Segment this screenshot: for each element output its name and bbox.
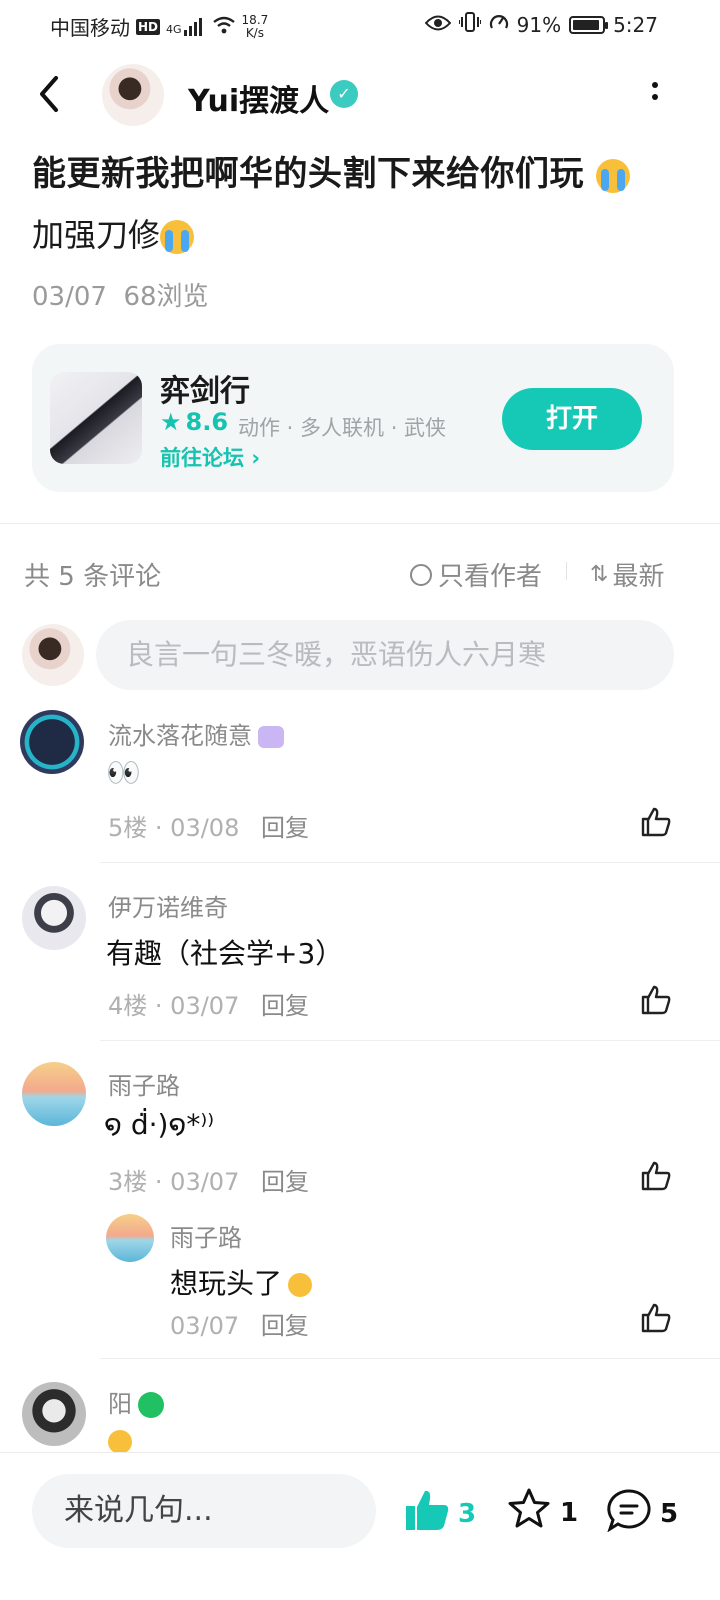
- only-author-toggle[interactable]: 只看作者: [410, 556, 542, 593]
- commenter-avatar[interactable]: [22, 1062, 86, 1126]
- reply-button[interactable]: 回复: [261, 1168, 309, 1196]
- game-thumbnail[interactable]: [50, 372, 142, 464]
- speedometer-icon: [489, 12, 509, 37]
- emoji-icon: [108, 1430, 134, 1452]
- battery-percent: 91%: [516, 12, 562, 37]
- chevron-right-icon: ›: [251, 446, 260, 470]
- comment-text: 有趣（社会学+3）: [106, 937, 344, 970]
- reply-button[interactable]: 回复: [261, 814, 309, 842]
- eye-icon: [424, 13, 451, 37]
- reply-button[interactable]: 回复: [261, 992, 309, 1020]
- open-game-button[interactable]: 打开: [502, 388, 642, 450]
- commenter-avatar[interactable]: [20, 710, 84, 774]
- commenter-name[interactable]: 伊万诺维奇: [108, 888, 228, 923]
- sort-icon: ⇅: [590, 562, 609, 587]
- fan-badge-icon: [258, 726, 284, 748]
- reply-text: 想玩头了: [170, 1262, 313, 1302]
- star-outline-icon: [506, 1486, 552, 1539]
- like-button[interactable]: 3: [404, 1488, 476, 1539]
- sort-button[interactable]: ⇅ 最新: [590, 556, 664, 593]
- level-badge-icon: [138, 1392, 164, 1418]
- game-name: 弈剑行: [160, 374, 250, 409]
- reply-author-name[interactable]: 雨子路: [170, 1218, 242, 1253]
- status-bar: 中国移动 HD 4G 18.7 K/s 91% 5:27: [0, 0, 720, 50]
- commenter-name[interactable]: 阳: [108, 1384, 164, 1419]
- game-rating: ★ 8.6: [160, 408, 229, 436]
- reply-meta: 03/07 回复: [170, 1312, 309, 1340]
- my-avatar: [22, 624, 84, 686]
- divider: [0, 523, 720, 524]
- comment-bubble-icon: [606, 1488, 652, 1539]
- carrier-label: 中国移动: [50, 16, 130, 40]
- like-icon[interactable]: [640, 984, 674, 1018]
- divider: [100, 1358, 720, 1359]
- comment-meta: 5楼 · 03/08 回复: [108, 814, 309, 842]
- like-icon[interactable]: [640, 1160, 674, 1194]
- comment-text: ໑ ḋ̇·)໑*⁾⁾: [104, 1108, 215, 1141]
- more-options-icon[interactable]: [646, 82, 664, 112]
- signal-icon: 4G: [166, 17, 206, 36]
- post-meta: 03/07 68浏览: [32, 276, 209, 313]
- crying-emoji-icon: [596, 158, 631, 193]
- reply-avatar[interactable]: [106, 1214, 154, 1262]
- commenter-avatar[interactable]: [22, 886, 86, 950]
- verified-badge-icon: ✓: [330, 80, 358, 108]
- author-name[interactable]: Yui摆渡人: [188, 76, 329, 120]
- comment-meta: 4楼 · 03/07 回复: [108, 992, 309, 1020]
- post-title: 能更新我把啊华的头割下来给你们玩: [32, 146, 631, 195]
- commenter-name[interactable]: 雨子路: [108, 1066, 180, 1101]
- commenter-name[interactable]: 流水落花随意: [108, 716, 284, 751]
- emoji-icon: [288, 1273, 313, 1297]
- divider: [566, 562, 567, 580]
- comment-input[interactable]: 良言一句三冬暖，恶语伤人六月寒: [96, 620, 674, 690]
- post-views: 68浏览: [123, 282, 209, 312]
- post-date: 03/07: [32, 282, 107, 312]
- author-avatar[interactable]: [102, 64, 164, 126]
- battery-icon: [569, 15, 609, 34]
- commenter-avatar[interactable]: [22, 1382, 86, 1446]
- divider: [100, 862, 720, 863]
- comment-text: 👀: [106, 756, 141, 789]
- like-icon[interactable]: [640, 1302, 674, 1336]
- wifi-icon: [212, 15, 236, 39]
- crying-emoji-icon: [160, 220, 195, 254]
- comment-meta: 3楼 · 03/07 回复: [108, 1168, 309, 1196]
- like-icon[interactable]: [640, 806, 674, 840]
- favorite-button[interactable]: 1: [506, 1486, 578, 1539]
- thumbs-up-icon: [404, 1488, 450, 1539]
- comment-count: 共 5 条评论: [24, 562, 162, 592]
- reply-button[interactable]: 回复: [261, 1312, 309, 1340]
- comments-button[interactable]: 5: [606, 1488, 678, 1539]
- forum-link[interactable]: 前往论坛 ›: [160, 442, 260, 472]
- game-tags: 动作 · 多人联机 · 武侠: [238, 416, 447, 440]
- star-icon: ★: [160, 408, 182, 436]
- network-speed: 18.7 K/s: [241, 12, 269, 40]
- vibrate-icon: [457, 12, 482, 37]
- post-body: 加强刀修: [32, 210, 195, 256]
- clock: 5:27: [613, 12, 658, 37]
- divider: [100, 1040, 720, 1041]
- back-button[interactable]: [34, 72, 74, 120]
- hd-icon: HD: [136, 18, 161, 35]
- bottom-comment-input[interactable]: 来说几句...: [32, 1474, 376, 1548]
- radio-icon: [410, 563, 432, 586]
